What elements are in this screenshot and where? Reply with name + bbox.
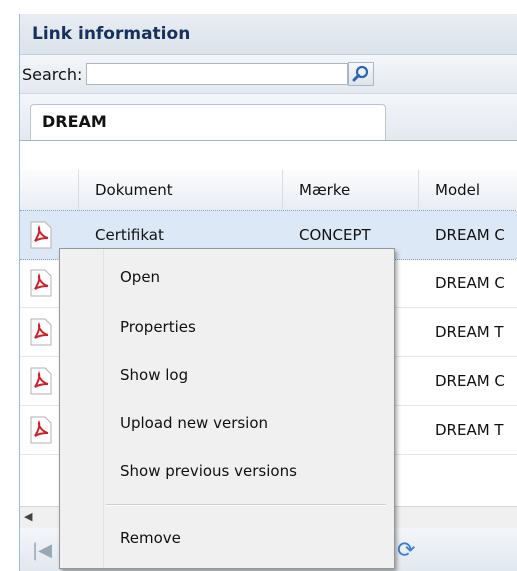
pdf-icon: [29, 211, 63, 259]
model-cell: DREAM C: [435, 274, 505, 292]
pdf-icon: [29, 308, 63, 356]
model-cell: DREAM C: [435, 372, 505, 390]
first-page-icon[interactable]: |◀: [32, 540, 52, 561]
menu-item-show-log[interactable]: Show log: [120, 363, 188, 387]
pdf-icon: [29, 357, 63, 405]
menu-item-open[interactable]: Open: [120, 265, 160, 289]
column-header-icon[interactable]: [20, 170, 79, 210]
model-cell: DREAM T: [435, 421, 504, 439]
search-bar: Search:: [20, 55, 517, 94]
menu-item-properties[interactable]: Properties: [120, 315, 196, 339]
model-cell: DREAM T: [435, 323, 504, 341]
menu-separator: [106, 504, 386, 506]
model-cell: DREAM C: [435, 226, 505, 244]
pdf-icon: [29, 259, 63, 307]
column-header-dokument[interactable]: Dokument: [79, 170, 283, 210]
scroll-left-arrow-icon[interactable]: ◀: [24, 510, 32, 523]
context-menu: Open Properties Show log Upload new vers…: [59, 248, 395, 569]
menu-item-remove[interactable]: Remove: [120, 526, 181, 550]
menu-item-upload-new-version[interactable]: Upload new version: [120, 411, 268, 435]
tab-strip: DREAM: [20, 94, 517, 141]
search-button[interactable]: [348, 62, 375, 86]
column-header-maerke[interactable]: Mærke: [283, 170, 419, 210]
panel-title: Link information: [20, 14, 517, 55]
menu-item-show-previous-versions[interactable]: Show previous versions: [120, 459, 297, 483]
search-label: Search:: [22, 64, 83, 84]
refresh-icon[interactable]: ⟳: [397, 538, 415, 563]
magnifier-icon: [352, 65, 369, 82]
grid-header: Dokument Mærke Model: [20, 170, 517, 211]
column-header-model[interactable]: Model: [419, 170, 517, 210]
search-input[interactable]: [86, 63, 349, 85]
menu-icon-gutter: [60, 249, 104, 568]
pdf-icon: [29, 406, 63, 454]
tab-dream[interactable]: DREAM: [30, 104, 386, 140]
